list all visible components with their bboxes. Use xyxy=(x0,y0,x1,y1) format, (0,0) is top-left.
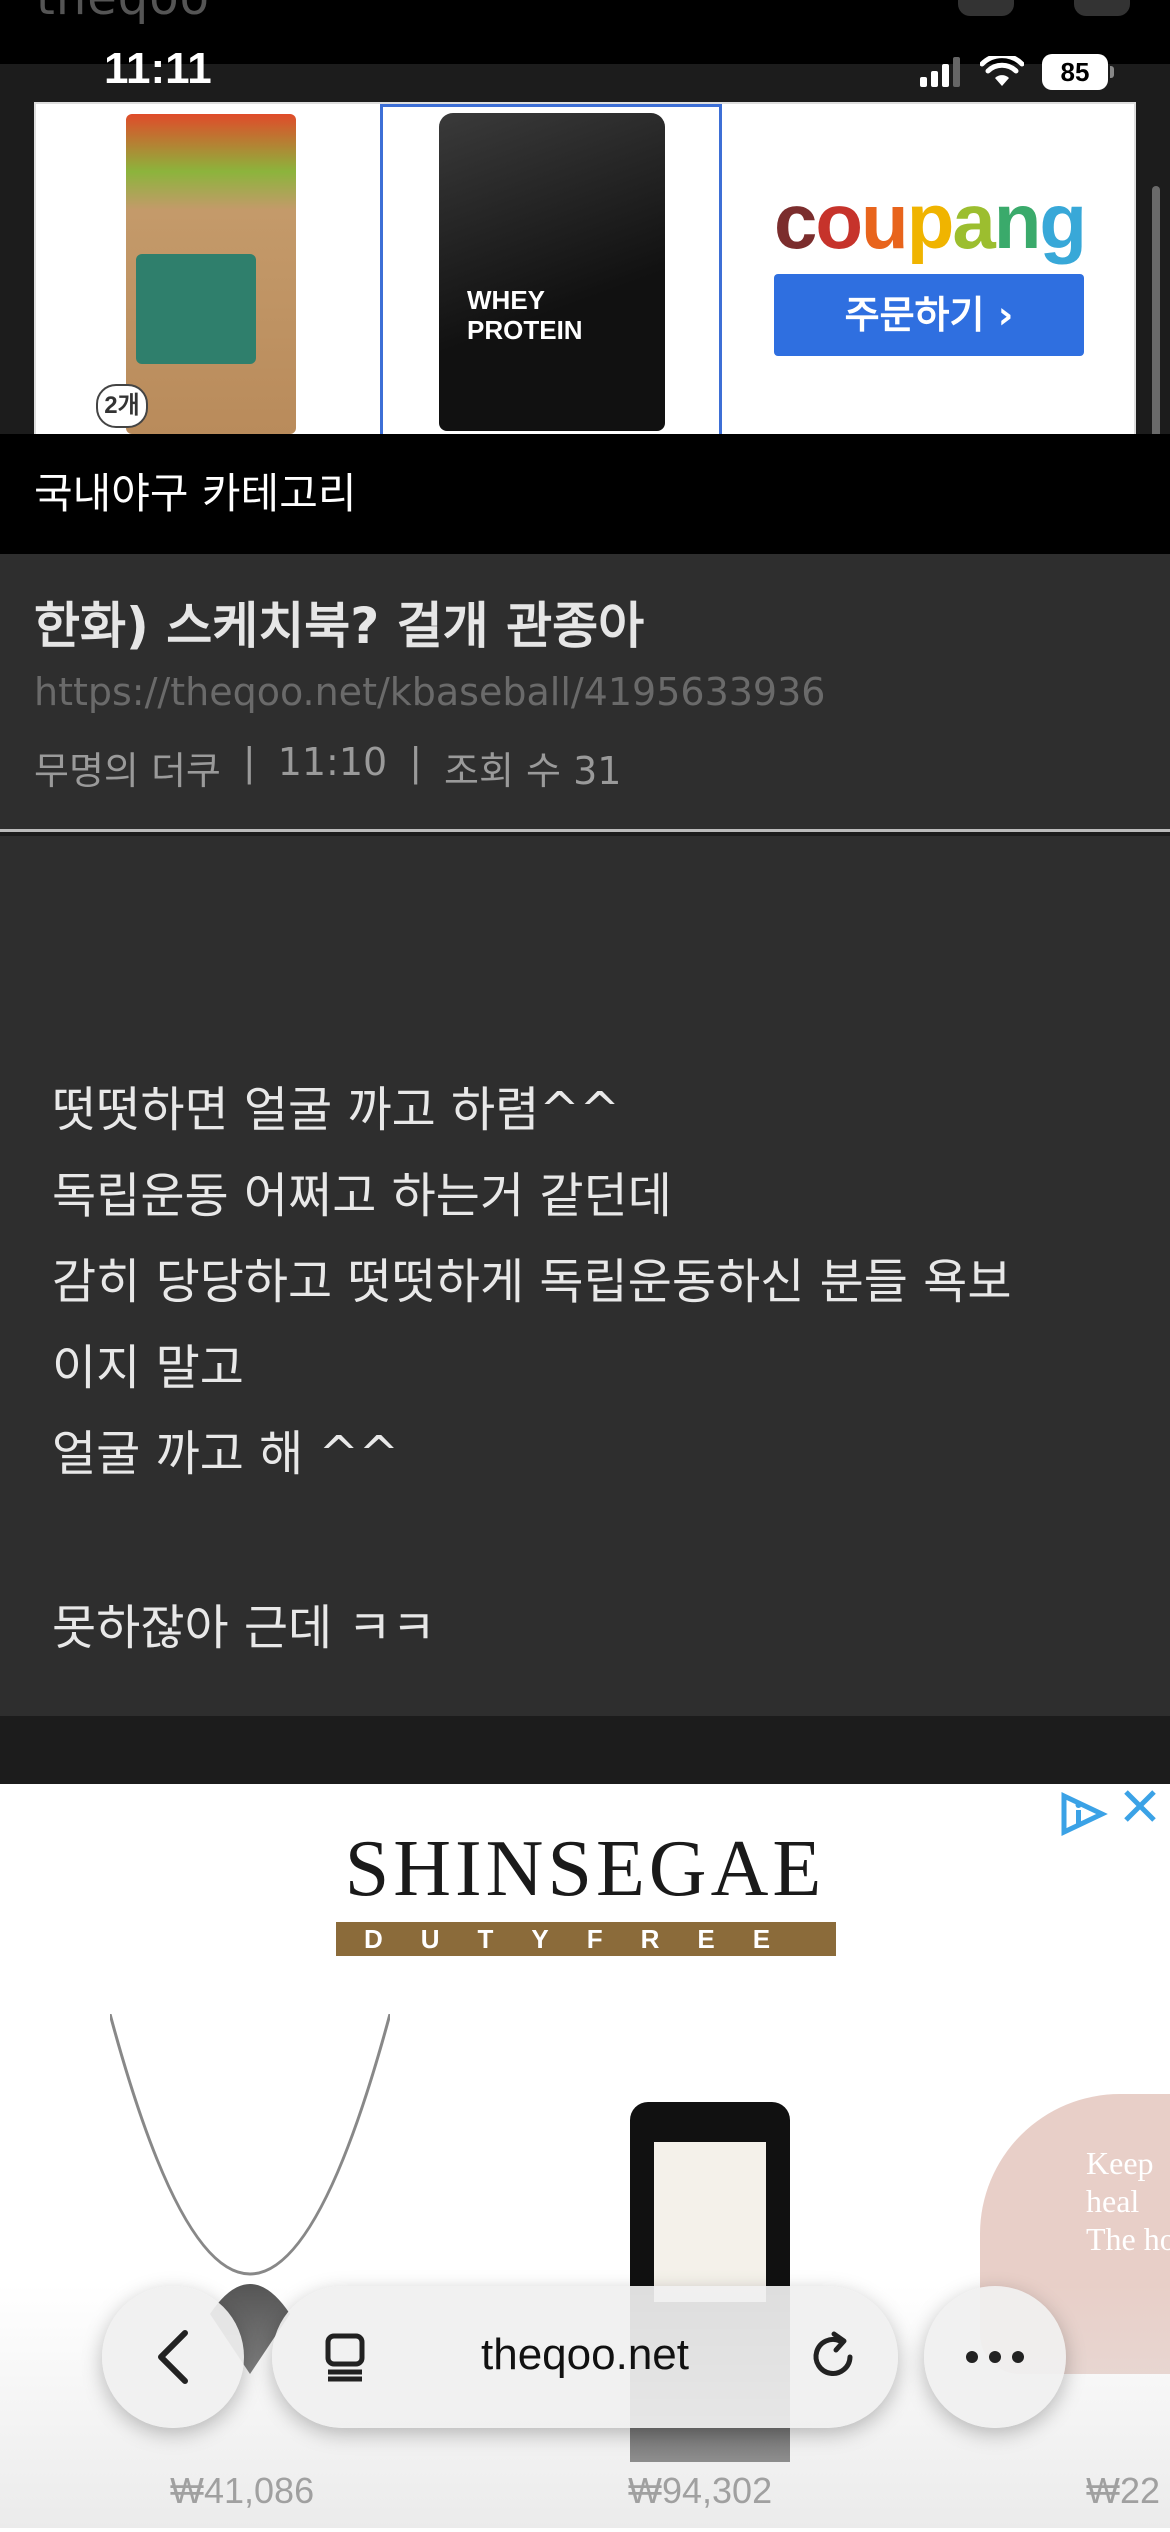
post-title: 한화) 스케치북? 걸개 관종아 xyxy=(34,597,645,655)
coupang-logo: coupang xyxy=(774,177,1087,265)
status-bar: theqoo 11:11 85 xyxy=(0,0,1170,93)
page-content: 2개 WHEY PROTEIN coupang 주문하기 › 국내야구 카테고리… xyxy=(0,64,1170,2532)
back-button[interactable] xyxy=(102,2286,244,2428)
ad-product-whey-protein[interactable]: WHEY PROTEIN xyxy=(380,104,722,438)
coupang-ad-banner[interactable]: 2개 WHEY PROTEIN coupang 주문하기 › xyxy=(34,102,1136,440)
user-icon xyxy=(958,0,1014,16)
product-price: ₩22 xyxy=(1086,2470,1161,2511)
body-line: 못하잖아 근데 ㅋㅋ xyxy=(52,1600,436,1656)
status-time: 11:11 xyxy=(104,44,212,93)
ghost-header-icons xyxy=(958,0,1130,16)
post-url[interactable]: https://theqoo.net/kbaseball/4195633936 xyxy=(34,670,825,714)
meta-separator: | xyxy=(409,740,423,784)
body-line: 떳떳하면 얼굴 까고 하렴^^ xyxy=(52,1082,620,1138)
product-quantity-badge: 2개 xyxy=(96,384,148,428)
battery-indicator: 85 xyxy=(1042,54,1114,90)
post-author[interactable]: 무명의 더쿠 xyxy=(34,740,221,795)
body-line: 독립운동 어쩌고 하는거 같던데 xyxy=(52,1168,672,1224)
order-button[interactable]: 주문하기 › xyxy=(774,274,1084,356)
product-price: ₩41,086 xyxy=(170,2470,315,2511)
post-body: 떳떳하면 얼굴 까고 하렴^^ 독립운동 어쩌고 하는거 같던데 감히 당당하고… xyxy=(0,836,1170,1716)
post-time: 11:10 xyxy=(277,740,388,784)
status-icons: 85 xyxy=(920,54,1114,90)
url-text[interactable]: theqoo.net xyxy=(272,2330,898,2380)
body-line: 얼굴 까고 해 ^^ xyxy=(52,1426,400,1482)
battery-level: 85 xyxy=(1042,54,1108,90)
chevron-left-icon xyxy=(158,2330,188,2384)
star-icon xyxy=(1074,0,1130,16)
reload-icon[interactable] xyxy=(806,2330,860,2384)
meta-separator: | xyxy=(242,740,256,784)
body-line: 감히 당당하고 떳떳하게 독립운동하신 분들 욕보 xyxy=(52,1254,1012,1310)
address-bar[interactable]: theqoo.net xyxy=(272,2286,898,2428)
more-icon xyxy=(966,2351,1024,2363)
cap-print-text: Keep heal The ho xyxy=(1086,2145,1170,2257)
category-bar[interactable]: 국내야구 카테고리 xyxy=(0,434,1170,554)
duty-free-label: DUTYFREE xyxy=(336,1922,836,1956)
post-views: 조회 수 31 xyxy=(444,749,622,793)
category-label: 국내야구 카테고리 xyxy=(34,469,357,518)
post-meta: 무명의 더쿠 | 11:10 | 조회 수 31 xyxy=(34,740,621,795)
shinsegae-logo: SHINSEGAE xyxy=(344,1825,826,1913)
post-header: 한화) 스케치북? 걸개 관종아 https://theqoo.net/kbas… xyxy=(0,554,1170,832)
more-options-button[interactable] xyxy=(924,2286,1066,2428)
ad-product-cat-food[interactable]: 2개 xyxy=(96,114,306,434)
product-name: WHEY PROTEIN xyxy=(467,285,583,345)
ghost-site-title: theqoo xyxy=(36,0,210,26)
body-line: 이지 말고 xyxy=(52,1340,244,1396)
signal-icon xyxy=(920,57,960,87)
wifi-icon xyxy=(980,56,1024,86)
product-price: ₩94,302 xyxy=(628,2470,773,2511)
